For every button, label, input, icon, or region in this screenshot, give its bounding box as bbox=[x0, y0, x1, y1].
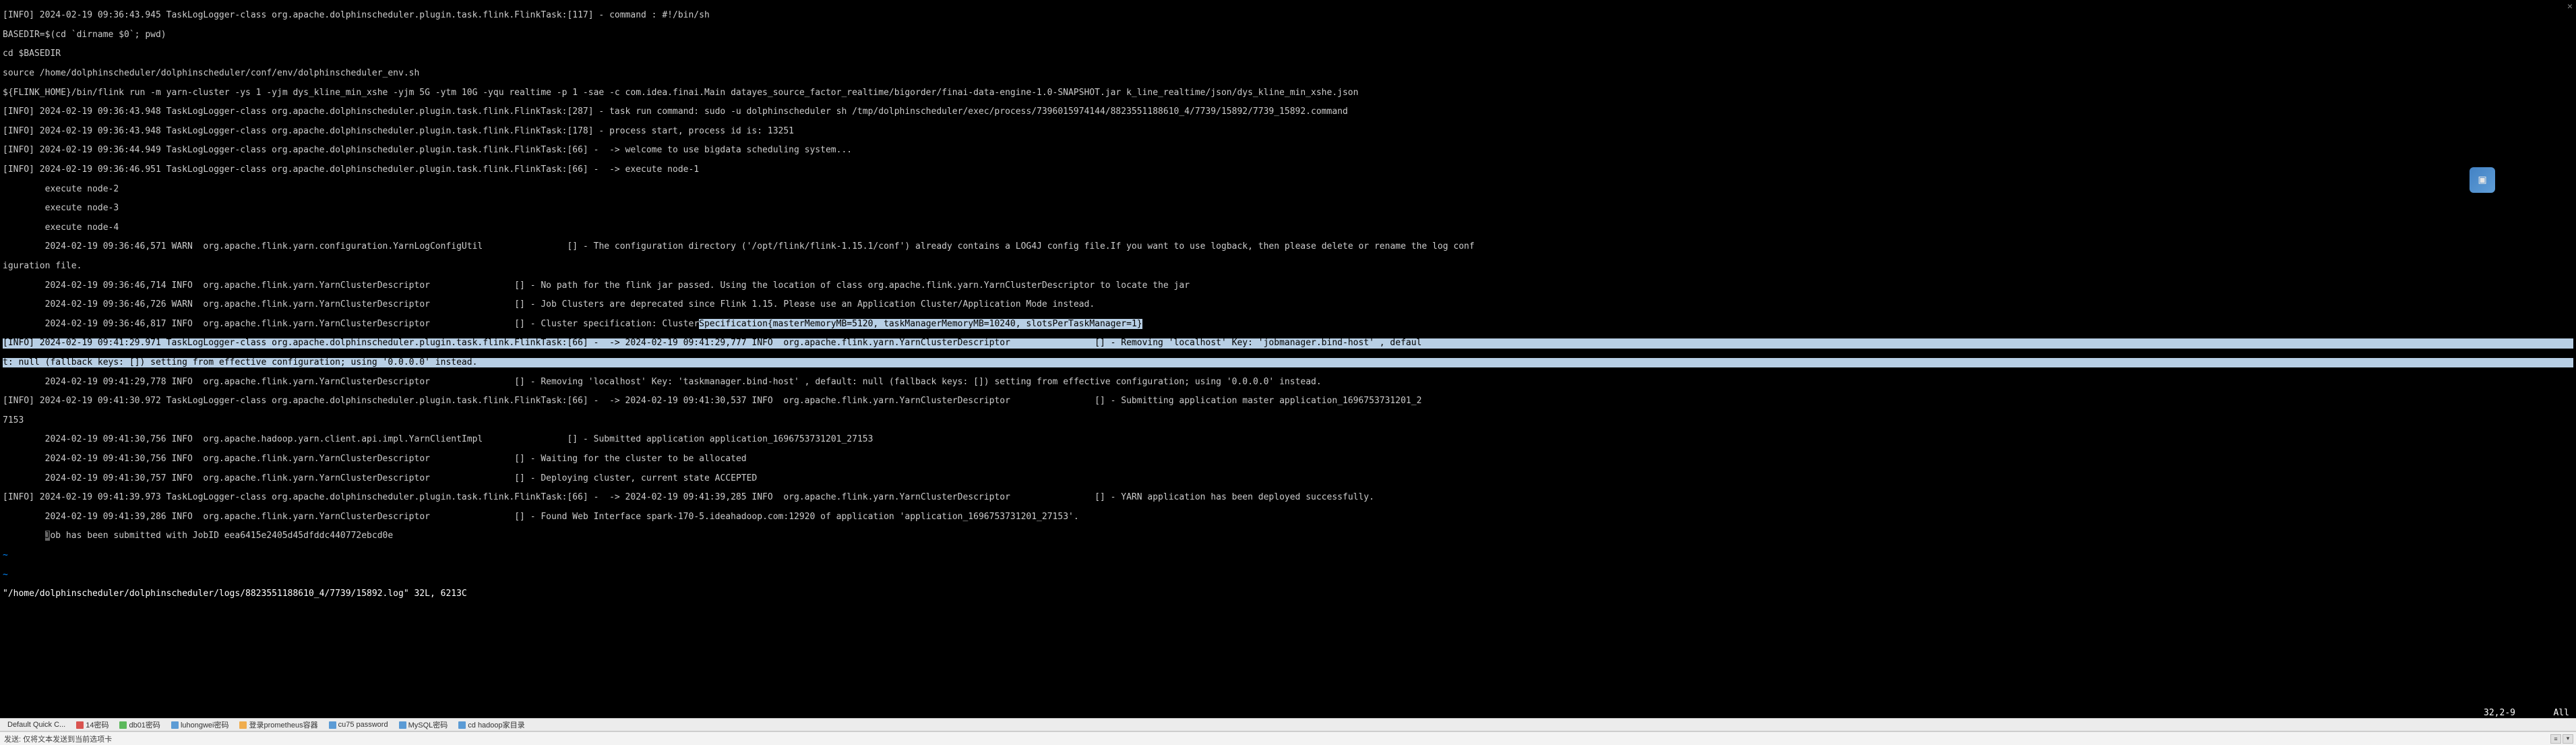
square-icon bbox=[458, 721, 466, 729]
vim-scroll-indicator: All bbox=[2554, 709, 2569, 718]
vim-tilde: ~ bbox=[3, 570, 2573, 580]
log-line: 7153 bbox=[3, 416, 2573, 425]
log-line: [INFO] 2024-02-19 09:36:44.949 TaskLogLo… bbox=[3, 146, 2573, 155]
log-line: execute node-3 bbox=[3, 204, 2573, 213]
log-line: execute node-4 bbox=[3, 223, 2573, 233]
selected-text: Specification{masterMemoryMB=5120, taskM… bbox=[699, 319, 1142, 329]
send-mode-label[interactable]: 发送: 仅将文本发送到当前选项卡 bbox=[4, 734, 112, 744]
log-line: [INFO] 2024-02-19 09:36:43.948 TaskLogLo… bbox=[3, 107, 2573, 117]
terminal-viewport[interactable]: [INFO] 2024-02-19 09:36:43.945 TaskLogLo… bbox=[0, 0, 2576, 718]
square-icon bbox=[76, 721, 84, 729]
log-line: cd $BASEDIR bbox=[3, 49, 2573, 59]
log-line: Job has been submitted with JobID eea641… bbox=[3, 531, 2573, 541]
log-line: execute node-2 bbox=[3, 185, 2573, 194]
vim-tilde: ~ bbox=[3, 551, 2573, 560]
square-icon bbox=[329, 721, 336, 729]
sendbar-btn-a[interactable]: ≡ bbox=[2550, 734, 2561, 744]
quick-btn-default[interactable]: Default Quick C... bbox=[3, 719, 70, 731]
log-line: [INFO] 2024-02-19 09:36:43.945 TaskLogLo… bbox=[3, 11, 2573, 20]
log-line: 2024-02-19 09:41:30,756 INFO org.apache.… bbox=[3, 454, 2573, 464]
log-line: 2024-02-19 09:41:29,778 INFO org.apache.… bbox=[3, 378, 2573, 387]
vim-cursor-position: 32,2-9 bbox=[2484, 709, 2515, 718]
square-icon bbox=[171, 721, 179, 729]
quick-btn-prometheus[interactable]: 登录prometheus容器 bbox=[235, 719, 322, 731]
log-line: 2024-02-19 09:41:30,756 INFO org.apache.… bbox=[3, 435, 2573, 444]
square-icon bbox=[239, 721, 247, 729]
square-icon bbox=[119, 721, 127, 729]
log-line: 2024-02-19 09:41:39,286 INFO org.apache.… bbox=[3, 512, 2573, 522]
log-line: 2024-02-19 09:41:30,757 INFO org.apache.… bbox=[3, 474, 2573, 483]
log-line: ${FLINK_HOME}/bin/flink run -m yarn-clus… bbox=[3, 88, 2573, 98]
log-line: source /home/dolphinscheduler/dolphinsch… bbox=[3, 69, 2573, 78]
log-line: 2024-02-19 09:36:46,817 INFO org.apache.… bbox=[3, 320, 2573, 329]
send-bar: 发送: 仅将文本发送到当前选项卡 ≡ ▾ bbox=[0, 732, 2576, 745]
log-line: [INFO] 2024-02-19 09:36:46.951 TaskLogLo… bbox=[3, 165, 2573, 175]
sendbar-btn-b[interactable]: ▾ bbox=[2563, 734, 2573, 744]
log-line: [INFO] 2024-02-19 09:41:39.973 TaskLogLo… bbox=[3, 493, 2573, 502]
log-line: 2024-02-19 09:36:46,571 WARN org.apache.… bbox=[3, 242, 2573, 251]
log-line: iguration file. bbox=[3, 262, 2573, 271]
quick-btn-14pwd[interactable]: 14密码 bbox=[71, 719, 113, 731]
log-line: [INFO] 2024-02-19 09:41:30.972 TaskLogLo… bbox=[3, 396, 2573, 406]
log-line-selected: [INFO] 2024-02-19 09:41:29.971 TaskLogLo… bbox=[3, 338, 2573, 348]
log-line: 2024-02-19 09:36:46,726 WARN org.apache.… bbox=[3, 300, 2573, 309]
quick-command-toolbar: × Default Quick C... 14密码 db01密码 luhongw… bbox=[0, 718, 2576, 732]
vim-status-line: "/home/dolphinscheduler/dolphinscheduler… bbox=[3, 589, 2573, 599]
watermark-icon: ▣ bbox=[2470, 167, 2495, 193]
quick-btn-cu75[interactable]: cu75 password bbox=[324, 719, 393, 731]
quick-btn-hadoop[interactable]: cd hadoop家目录 bbox=[454, 719, 529, 731]
log-line: 2024-02-19 09:36:46,714 INFO org.apache.… bbox=[3, 281, 2573, 291]
log-line-selected: t: null (fallback keys: []) setting from… bbox=[3, 358, 2573, 367]
quick-btn-db01pwd[interactable]: db01密码 bbox=[115, 719, 164, 731]
log-line: [INFO] 2024-02-19 09:36:43.948 TaskLogLo… bbox=[3, 127, 2573, 136]
log-line: BASEDIR=$(cd `dirname $0`; pwd) bbox=[3, 30, 2573, 40]
square-icon bbox=[399, 721, 406, 729]
close-icon[interactable]: × bbox=[2565, 1, 2575, 11]
quick-btn-luhongwei[interactable]: luhongwei密码 bbox=[166, 719, 234, 731]
quick-btn-mysql[interactable]: MySQL密码 bbox=[394, 719, 453, 731]
